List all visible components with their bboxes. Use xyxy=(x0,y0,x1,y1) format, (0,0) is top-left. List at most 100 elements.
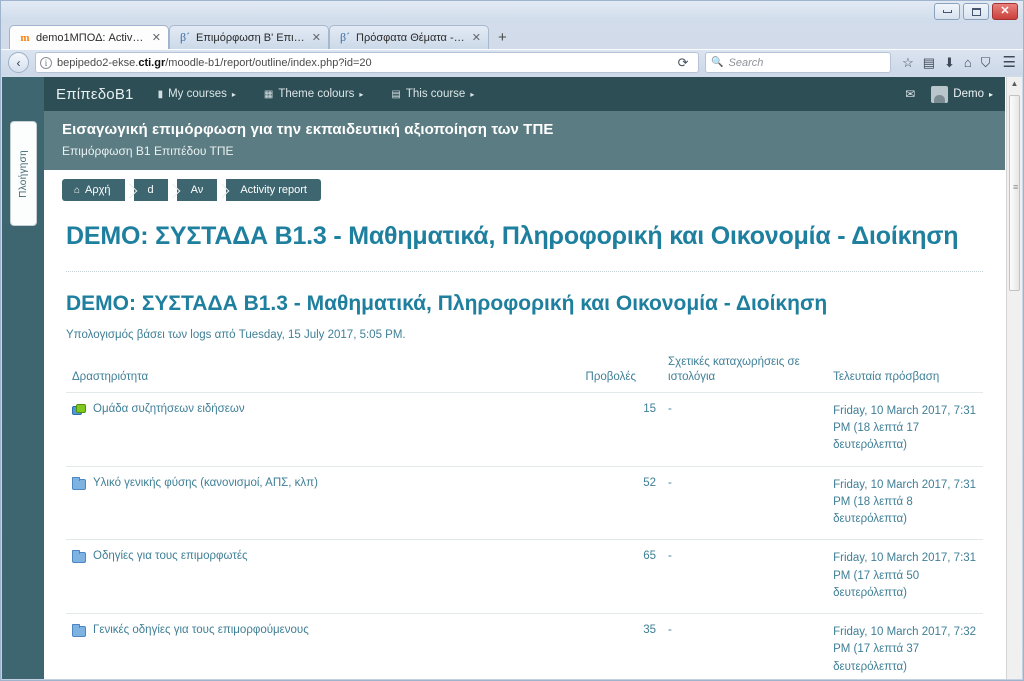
tab-close-icon[interactable]: ✕ xyxy=(312,31,321,44)
cell-last-access: Friday, 10 March 2017, 7:31 PM (18 λεπτά… xyxy=(827,466,983,541)
cell-blog-entries: - xyxy=(662,613,828,679)
back-button[interactable]: ‹ xyxy=(8,52,29,73)
reload-icon[interactable]: ⟳ xyxy=(672,55,694,71)
breadcrumb-label: Αρχή xyxy=(85,184,111,196)
page-viewport: Πλοήγηση ΕπίπεδοB1 ▮ My courses ▸ ▦ Them… xyxy=(2,77,1022,679)
shield-icon[interactable]: ⛉ xyxy=(981,56,991,69)
navbar-right: ✉ Demo ▸ xyxy=(905,85,993,103)
browser-tab-3[interactable]: β´ Πρόσφατα Θέματα - Συζη... ✕ xyxy=(329,25,489,49)
cell-views: 52 xyxy=(579,466,663,541)
navigation-drawer-label: Πλοήγηση xyxy=(18,149,29,198)
maximize-icon xyxy=(971,7,981,16)
cell-blog-entries: - xyxy=(662,392,828,467)
page-title: DEMO: ΣΥΣΤΑΔΑ Β1.3 - Μαθηματικά, Πληροφο… xyxy=(66,222,959,250)
close-icon: ✕ xyxy=(1000,5,1010,17)
page-scrollbar[interactable]: ▲ ≡ xyxy=(1006,77,1022,679)
title-bar: ✕ xyxy=(1,1,1023,23)
column-header-views[interactable]: Προβολές xyxy=(579,354,663,393)
moodle-navbar: ΕπίπεδοB1 ▮ My courses ▸ ▦ Theme colours… xyxy=(44,77,1005,111)
breadcrumb-item-current: Activity report xyxy=(226,179,321,201)
folder-icon xyxy=(72,624,86,638)
bookmark-star-icon[interactable]: ☆ xyxy=(902,56,914,69)
breadcrumb-item-home[interactable]: ⌂ Αρχή xyxy=(62,179,125,201)
new-tab-button[interactable]: + xyxy=(489,29,516,49)
table-row: Οδηγίες για τους επιμορφωτές 65 - Friday… xyxy=(66,539,983,615)
site-brand[interactable]: ΕπίπεδοB1 xyxy=(56,86,134,103)
search-placeholder: Search xyxy=(728,56,764,69)
home-icon[interactable]: ⌂ xyxy=(964,56,972,69)
breadcrumb: ⌂ Αρχή d Αν Activity report xyxy=(62,179,321,201)
downloads-icon[interactable]: ⬇ xyxy=(944,56,955,69)
tab-close-icon[interactable]: ✕ xyxy=(152,31,161,44)
tab-title: demo1ΜΠΟΔ: Activity rep... xyxy=(36,31,145,44)
activity-link[interactable]: Ομάδα συζητήσεων ειδήσεων xyxy=(93,403,245,415)
table-header-row: Δραστηριότητα Προβολές Σχετικές καταχωρή… xyxy=(66,354,983,393)
site-info-icon[interactable]: i xyxy=(40,56,52,69)
activity-link[interactable]: Οδηγίες για τους επιμορφωτές xyxy=(93,550,248,562)
browser-window: ✕ m demo1ΜΠΟΔ: Activity rep... ✕ β´ Επιμ… xyxy=(0,0,1024,681)
url-domain: cti.gr xyxy=(138,56,166,69)
breadcrumb-label: Αν xyxy=(190,184,204,196)
forum-icon xyxy=(72,403,86,417)
url-bar[interactable]: i bepipedo2-ekse.cti.gr/moodle-b1/report… xyxy=(35,52,700,73)
log-info-text: Υπολογισμός βάσει των logs από Tuesday, … xyxy=(66,328,406,341)
toolbar-icons: ☆ ▤ ⬇ ⌂ ⛉ ☰ xyxy=(897,55,1016,70)
user-menu[interactable]: Demo ▸ xyxy=(931,85,993,103)
activity-report-table: Δραστηριότητα Προβολές Σχετικές καταχωρή… xyxy=(66,354,983,679)
cell-views: 15 xyxy=(579,392,663,467)
tab-title: Επιμόρφωση Β' Επιπέδου ... xyxy=(196,31,305,44)
activity-link[interactable]: Γενικές οδηγίες για τους επιμορφούμενους xyxy=(93,624,309,636)
beta-icon: β´ xyxy=(339,30,351,44)
grid-icon: ▦ xyxy=(263,88,274,100)
chevron-right-icon: ▸ xyxy=(470,89,475,99)
table-row: Υλικό γενικής φύσης (κανονισμοί, ΑΠΣ, κλ… xyxy=(66,466,983,541)
cell-activity: Ομάδα συζητήσεων ειδήσεων xyxy=(66,392,580,467)
column-header-last-access[interactable]: Τελευταία πρόσβαση xyxy=(827,354,983,393)
close-button[interactable]: ✕ xyxy=(992,3,1018,20)
cell-last-access: Friday, 10 March 2017, 7:32 PM (17 λεπτά… xyxy=(827,613,983,679)
scrollbar-thumb[interactable]: ≡ xyxy=(1009,95,1020,291)
activity-link[interactable]: Υλικό γενικής φύσης (κανονισμοί, ΑΠΣ, κλ… xyxy=(93,477,318,489)
folder-icon xyxy=(72,550,86,564)
nav-item-label: This course xyxy=(405,88,466,100)
nav-item-this-course[interactable]: ▤ This course ▸ xyxy=(391,88,474,100)
browser-tab-1[interactable]: m demo1ΜΠΟΔ: Activity rep... ✕ xyxy=(9,25,169,49)
tab-close-icon[interactable]: ✕ xyxy=(472,31,481,44)
url-text: bepipedo2-ekse.cti.gr/moodle-b1/report/o… xyxy=(57,57,667,69)
envelope-icon[interactable]: ✉ xyxy=(905,87,915,101)
table-body: Ομάδα συζητήσεων ειδήσεων 15 - Friday, 1… xyxy=(66,392,983,679)
navigation-drawer-tab[interactable]: Πλοήγηση xyxy=(10,121,37,226)
breadcrumb-label: Activity report xyxy=(240,184,307,196)
maximize-button[interactable] xyxy=(963,3,989,20)
section-title: DEMO: ΣΥΣΤΑΔΑ Β1.3 - Μαθηματικά, Πληροφο… xyxy=(66,291,828,315)
nav-item-theme-colours[interactable]: ▦ Theme colours ▸ xyxy=(264,88,364,100)
menu-icon[interactable]: ☰ xyxy=(1003,55,1016,70)
scroll-up-icon[interactable]: ▲ xyxy=(1007,77,1022,88)
cell-activity: Γενικές οδηγίες για τους επιμορφούμενους xyxy=(66,613,580,679)
cell-last-access: Friday, 10 March 2017, 7:31 PM (17 λεπτά… xyxy=(827,539,983,615)
breadcrumb-item-3[interactable]: Αν xyxy=(176,179,218,201)
search-bar[interactable]: 🔍 Search xyxy=(705,52,892,73)
nav-item-my-courses[interactable]: ▮ My courses ▸ xyxy=(158,88,236,100)
moodle-icon: m xyxy=(20,31,30,44)
breadcrumb-bar: ⌂ Αρχή d Αν Activity report xyxy=(44,170,1005,209)
table-row: Γενικές οδηγίες για τους επιμορφούμενους… xyxy=(66,613,983,679)
chevron-right-icon: ▸ xyxy=(359,89,364,99)
table-head: Δραστηριότητα Προβολές Σχετικές καταχωρή… xyxy=(66,354,983,393)
column-header-activity[interactable]: Δραστηριότητα xyxy=(66,354,580,393)
scrollbar-grip-icon: ≡ xyxy=(1013,182,1019,192)
main-content: DEMO: ΣΥΣΤΑΔΑ Β1.3 - Μαθηματικά, Πληροφο… xyxy=(44,209,1005,679)
column-header-blog-entries[interactable]: Σχετικές καταχωρήσεις σε ιστολόγια xyxy=(662,354,828,393)
briefcase-icon: ▮ xyxy=(157,88,164,100)
cell-last-access: Friday, 10 March 2017, 7:31 PM (18 λεπτά… xyxy=(827,392,983,467)
minimize-button[interactable] xyxy=(934,3,960,20)
breadcrumb-item-2[interactable]: d xyxy=(133,179,168,201)
cell-blog-entries: - xyxy=(662,539,828,615)
library-icon[interactable]: ▤ xyxy=(923,56,935,69)
nav-item-label: My courses xyxy=(168,88,227,100)
browser-tab-2[interactable]: β´ Επιμόρφωση Β' Επιπέδου ... ✕ xyxy=(169,25,329,49)
user-name: Demo xyxy=(953,88,984,100)
chevron-right-icon: ▸ xyxy=(988,89,993,99)
cell-views: 35 xyxy=(579,613,663,679)
breadcrumb-label: d xyxy=(147,184,154,196)
